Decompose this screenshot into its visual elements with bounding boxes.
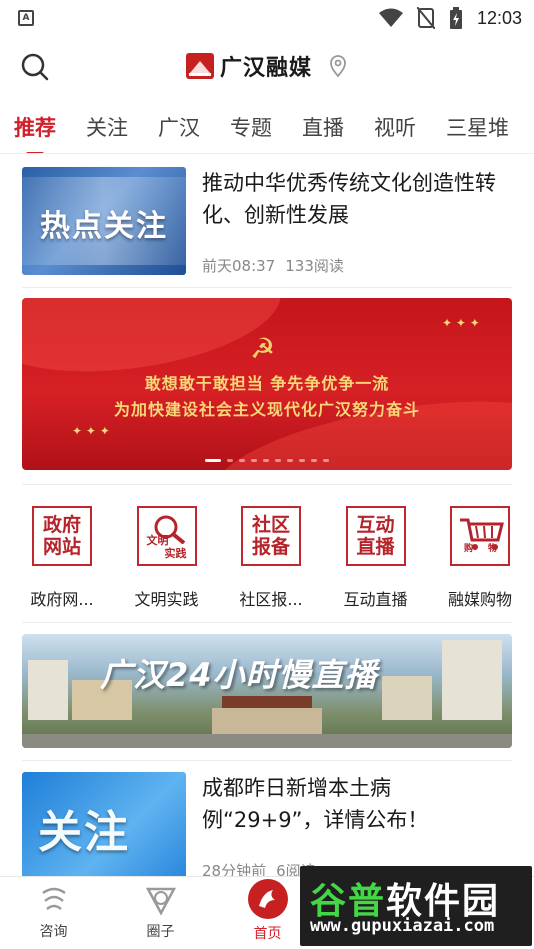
live-stream-banner[interactable]: 广汉24小时慢直播 [22,634,512,748]
building [28,660,68,720]
circle-icon [145,887,176,916]
community-report-icon: 社区 报备 [241,506,301,566]
quick-entry-label: 政府网... [30,590,94,609]
party-emblem-icon: ☭ [250,332,276,365]
quick-entry-label: 社区报... [239,590,303,609]
brand: 广汉融媒 [185,50,348,82]
carousel-dot[interactable] [275,459,281,462]
news-thumbnail: 热点关注 [22,167,186,275]
carousel-dot[interactable] [227,459,233,462]
thumbnail-caption: 热点关注 [40,209,168,244]
carousel-dot[interactable] [239,459,245,462]
watermark-url: www.gupuxiazai.com [310,916,495,936]
quick-entry-label: 互动直播 [343,590,408,609]
tab-recommend[interactable]: 推荐 [14,112,56,153]
nav-label: 圈子 [146,924,175,940]
carousel-dot[interactable] [263,459,269,462]
carousel-dot[interactable] [299,459,305,462]
app-header: 广汉融媒 [0,36,534,96]
carousel-dot[interactable] [311,459,317,462]
carousel-indicator [22,459,512,462]
carousel-dot[interactable] [287,459,293,462]
gov-site-icon: 政府 网站 [32,506,92,566]
quick-entry-civilization[interactable]: 文明 实践 文明实践 [121,506,213,610]
city-gate-roof [222,696,312,708]
news-thumbnail: 关注 [22,772,186,880]
nav-label: 首页 [253,926,282,942]
live-stream-title: 广汉24小时慢直播 [100,656,378,694]
carousel-dot[interactable] [251,459,257,462]
quick-entry-grid: 政府 网站 政府网... 文明 实践 文明实践 社区 报备 社区报... 互动 直播 互… [16,506,526,610]
category-tabs: 推荐 关注 广汉 专题 直播 视听 三星堆 [0,100,534,154]
road [22,734,512,748]
news-item[interactable]: 热点关注 推动中华优秀传统文化创造性转化、创新性发展 前天08:37 133阅读 [22,167,512,275]
notification-icon: A [18,10,34,26]
thumbnail-caption: 关注 [38,807,130,858]
quick-entry-label: 融媒购物 [447,590,512,609]
tab-follow[interactable]: 关注 [86,112,128,142]
carousel-dot[interactable] [205,459,221,462]
brand-logo [185,53,214,79]
tab-audio-video[interactable]: 视听 [374,112,416,142]
tab-live[interactable]: 直播 [302,112,344,142]
location-pin-icon[interactable] [328,55,348,77]
civilization-practice-icon: 文明 实践 [136,506,197,566]
news-title: 推动中华优秀传统文化创造性转化、创新性发展 [202,171,496,227]
quick-entry-label: 文明实践 [134,590,199,609]
app-screen: A 12:03 广汉融媒 推荐 关注 广汉 专题 直播 视听 三星堆 热点关注 [0,0,534,949]
news-reads: 133阅读 [285,257,344,275]
divider [22,622,512,623]
news-item[interactable]: 关注 成都昨日新增本土病例“29+9”，详情公布！ 28分钟前 6阅读 [22,772,512,880]
divider [22,760,512,761]
tab-sanxingdui[interactable]: 三星堆 [446,112,509,142]
news-icon [41,887,66,910]
banner-carousel[interactable]: ☭ ✦ ✦ ✦ ✦ ✦ ✦ 敢想敢干敢担当 争先争优争一流 为加快建设社会主义现… [22,298,512,470]
status-bar: A 12:03 [0,0,534,36]
battery-icon [449,7,462,29]
birds-decoration: ✦ ✦ ✦ [72,424,110,438]
nav-news[interactable]: 咨询 [0,877,107,949]
carousel-dot[interactable] [323,459,329,462]
search-icon[interactable] [20,52,50,82]
news-title: 成都昨日新增本土病例“29+9”，详情公布！ [202,776,429,832]
banner-slogan-1: 敢想敢干敢担当 争先争优争一流 [144,374,390,393]
clock: 12:03 [476,7,522,28]
quick-entry-shopping[interactable]: 购 物 融媒购物 [434,506,526,610]
tab-guanghan[interactable]: 广汉 [158,112,200,142]
home-icon [247,879,288,919]
nav-circle[interactable]: 圈子 [107,877,214,949]
app-title: 广汉融媒 [219,56,312,81]
building [442,640,502,720]
building [382,676,432,720]
interactive-live-icon: 互动 直播 [345,506,406,566]
news-time: 前天08:37 [202,257,276,275]
no-sim-icon [416,7,435,29]
divider [22,484,512,485]
tab-topics[interactable]: 专题 [230,112,272,142]
quick-entry-interactive-live[interactable]: 互动 直播 互动直播 [330,506,422,610]
divider [22,287,512,288]
news-meta: 前天08:37 133阅读 [202,255,354,276]
quick-entry-gov-site[interactable]: 政府 网站 政府网... [16,506,108,610]
wifi-icon [378,8,403,27]
shopping-cart-icon: 购 物 [450,506,510,566]
nav-label: 咨询 [39,924,68,940]
watermark: 谷普软件园 www.gupuxiazai.com [300,866,532,946]
banner-slogan-2: 为加快建设社会主义现代化广汉努力奋斗 [113,400,420,419]
birds-decoration: ✦ ✦ ✦ [442,316,480,330]
quick-entry-community-report[interactable]: 社区 报备 社区报... [225,506,317,610]
